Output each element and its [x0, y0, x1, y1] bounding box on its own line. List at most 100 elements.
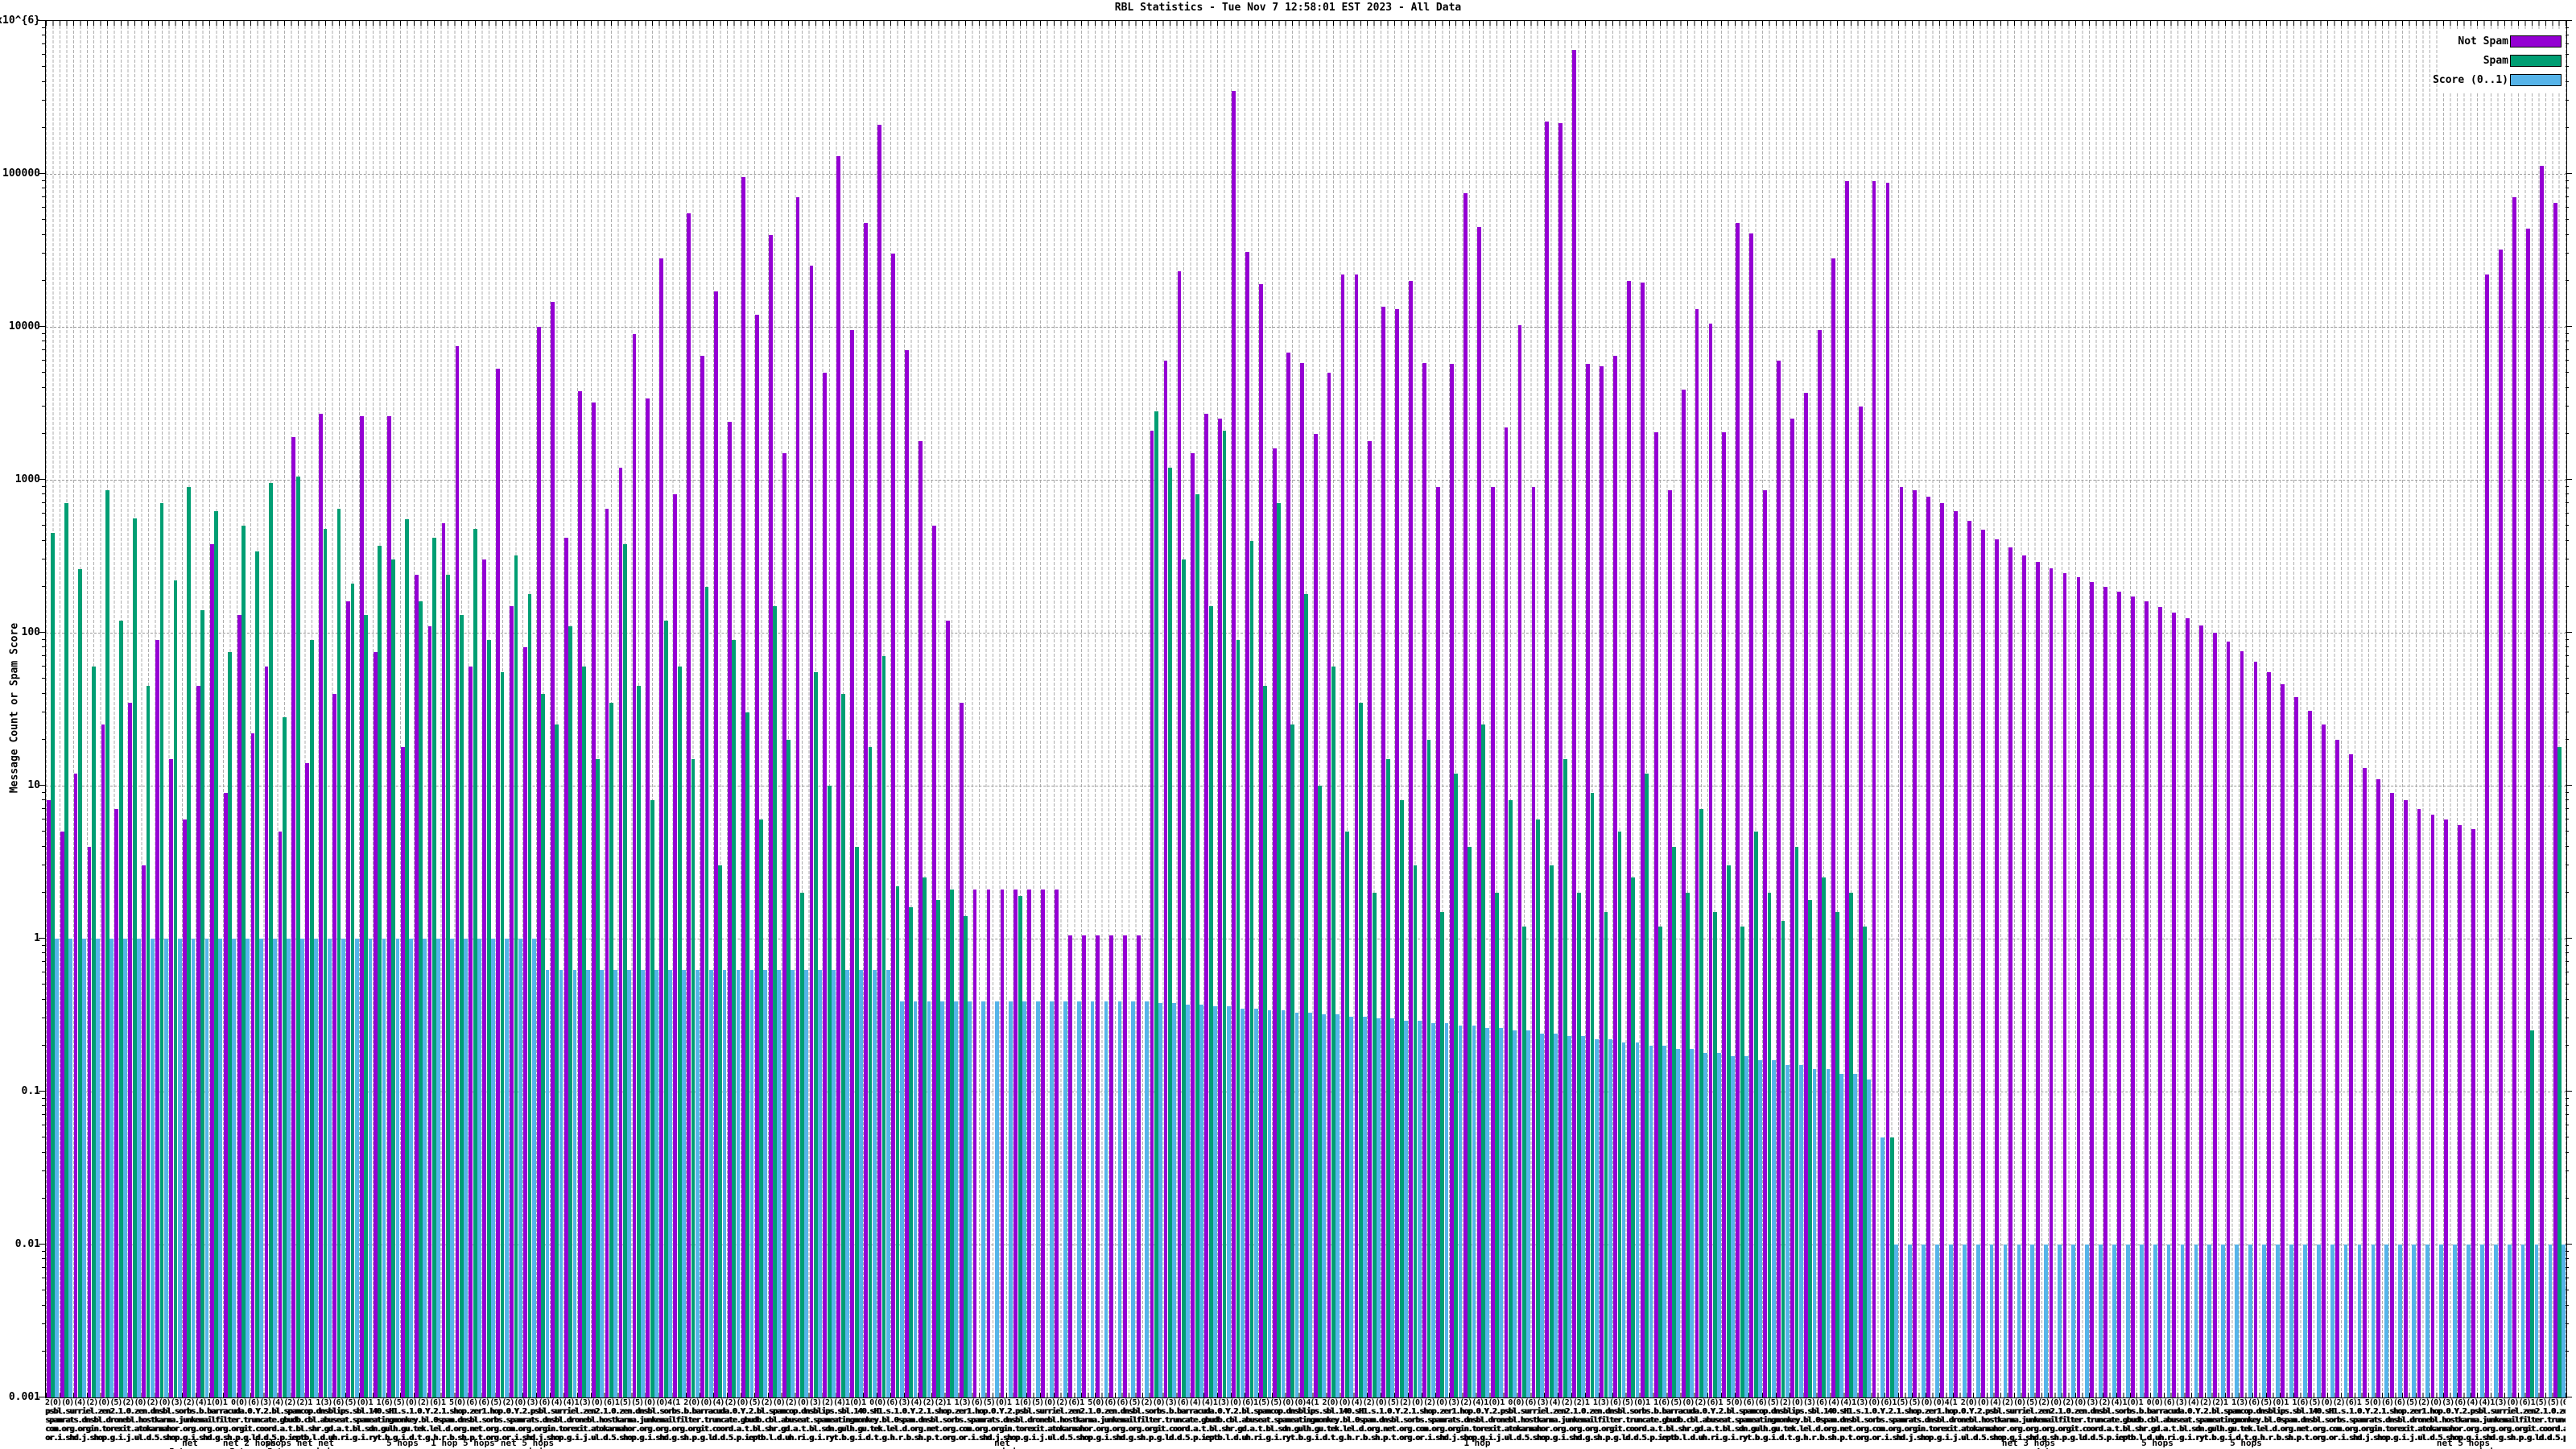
bar-score-0-1- [1417, 1021, 1422, 1397]
y-minor-tick-left [42, 279, 45, 281]
y-minor-tick-left [42, 406, 45, 407]
bar-not-spam [142, 865, 147, 1397]
bar-not-spam [1136, 935, 1141, 1397]
x-label-smear-row: com.org.orgin.torexit.atokarmahor.org.or… [45, 1425, 2566, 1434]
bar-score-0-1- [1785, 1064, 1790, 1397]
decade-gridline [46, 174, 2566, 175]
bar-spam [118, 621, 123, 1397]
bar-score-0-1- [1948, 1245, 1953, 1397]
x-label-smear-row: or.i.shd.j.shop.g.i.j.ul.d.5.shop.g.i.sh… [45, 1434, 2566, 1443]
bar-not-spam [2117, 592, 2122, 1397]
bar-score-0-1- [1363, 1016, 1367, 1397]
bar-score-0-1- [2262, 1245, 2266, 1397]
bar-score-0-1- [1649, 1045, 1653, 1397]
bar-spam [1835, 911, 1840, 1397]
bar-spam [336, 508, 341, 1397]
bar-score-0-1- [2030, 1245, 2035, 1397]
y-minor-tick-right [2566, 891, 2569, 893]
x-label-smear-row: spamrats.dnsbl.dronebl.hostkarma.junkema… [45, 1416, 2566, 1425]
bar-score-0-1- [2330, 1245, 2334, 1397]
bar-score-0-1- [954, 1001, 959, 1397]
x-label-fragment: 5 hops [2141, 1438, 2174, 1448]
y-minor-tick-left [42, 984, 45, 985]
bar-score-0-1- [1172, 1002, 1176, 1397]
bar-score-0-1- [464, 939, 468, 1397]
bar-spam [228, 651, 233, 1397]
y-minor-tick-left [42, 80, 45, 82]
bar-score-0-1- [1567, 1036, 1571, 1397]
bar-score-0-1- [777, 970, 782, 1397]
bar-spam [1154, 411, 1158, 1397]
bar-not-spam [1804, 393, 1808, 1397]
bar-not-spam [864, 222, 869, 1397]
bar-score-0-1- [1526, 1030, 1531, 1397]
bar-spam [432, 537, 436, 1397]
y-minor-tick-right [2566, 646, 2569, 648]
bar-spam [1222, 430, 1227, 1397]
top-tick-comb [46, 21, 2566, 26]
bar-score-0-1- [368, 939, 373, 1397]
bar-score-0-1- [2384, 1245, 2389, 1397]
y-major-tick-right [2566, 938, 2572, 939]
y-major-tick-right [2566, 173, 2572, 174]
bar-spam [786, 739, 791, 1397]
bar-score-0-1- [163, 939, 168, 1397]
bar-not-spam [1981, 530, 1985, 1397]
y-minor-tick-right [2566, 332, 2569, 334]
y-minor-tick-right [2566, 386, 2569, 388]
bar-score-0-1- [2425, 1245, 2430, 1397]
bar-spam [1358, 702, 1363, 1397]
bar-spam [268, 483, 273, 1397]
bar-not-spam [1204, 414, 1209, 1397]
bar-score-0-1- [2221, 1245, 2226, 1397]
bar-score-0-1- [845, 970, 849, 1397]
bar-not-spam [332, 693, 336, 1397]
y-minor-tick-left [42, 233, 45, 235]
bar-not-spam [959, 702, 964, 1397]
bar-not-spam [523, 647, 527, 1397]
bar-spam [200, 610, 205, 1397]
bar-score-0-1- [2548, 1245, 2553, 1397]
bar-score-0-1- [1853, 1074, 1858, 1397]
bar-spam [1794, 846, 1799, 1397]
y-tick-label: 1 [34, 932, 40, 944]
y-minor-tick-right [2566, 666, 2569, 667]
bar-score-0-1- [749, 970, 754, 1397]
bar-spam [909, 907, 914, 1397]
y-minor-tick-right [2566, 207, 2569, 208]
y-major-tick-right [2566, 1091, 2572, 1092]
bar-spam [1645, 774, 1649, 1397]
bar-not-spam [2131, 597, 2136, 1397]
y-minor-tick-left [42, 831, 45, 832]
bar-spam [1535, 819, 1540, 1397]
y-minor-tick-left [42, 360, 45, 361]
bar-score-0-1- [313, 939, 318, 1397]
bar-spam [1399, 800, 1404, 1397]
bar-spam [1631, 877, 1636, 1397]
bar-not-spam [1108, 935, 1113, 1397]
bar-not-spam [632, 333, 637, 1397]
bar-not-spam [905, 350, 909, 1397]
bar-spam [868, 746, 873, 1397]
bar-not-spam [1299, 362, 1304, 1397]
y-minor-tick-right [2566, 808, 2569, 810]
bar-spam [1781, 921, 1785, 1397]
y-minor-tick-left [42, 513, 45, 514]
y-minor-tick-left [42, 502, 45, 504]
bar-spam [64, 503, 68, 1397]
y-minor-tick-right [2566, 831, 2569, 832]
bar-spam [91, 667, 96, 1397]
bar-spam [1808, 899, 1813, 1397]
x-label-smear-row: psbl.surriel.zen2.1.0.zen.dnsbl.sorbs.b.… [45, 1407, 2566, 1416]
y-minor-tick-left [42, 944, 45, 946]
bar-not-spam [496, 369, 501, 1397]
y-minor-tick-right [2566, 1105, 2569, 1107]
bar-score-0-1- [354, 939, 359, 1397]
y-minor-tick-right [2566, 485, 2569, 487]
y-minor-tick-left [42, 66, 45, 68]
bar-spam [650, 800, 654, 1397]
bar-score-0-1- [736, 970, 741, 1397]
y-major-tick-right [2566, 479, 2572, 480]
bar-score-0-1- [1513, 1030, 1517, 1397]
x-label-fragment: 1 hop [1463, 1438, 1491, 1448]
